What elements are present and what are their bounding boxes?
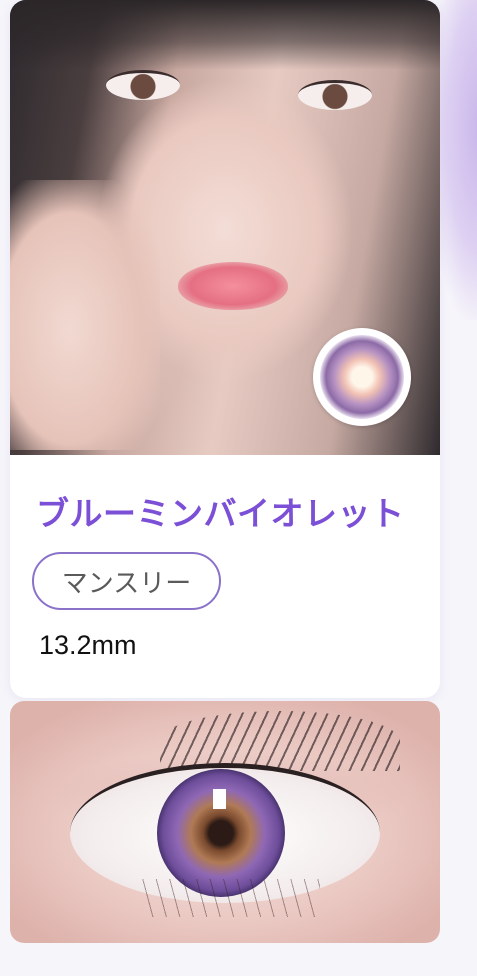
lens-thumbnail [313,328,411,426]
upper-lashes [160,711,400,771]
model-lips [178,262,288,310]
lens-diameter: 13.2mm [39,630,137,660]
iris-highlight [213,789,226,809]
product-card[interactable]: ブルーミンバイオレット マンスリー 13.2mm [10,0,440,698]
model-right-eye [298,80,372,110]
hand-shape [10,180,160,450]
product-page: ブルーミンバイオレット マンスリー 13.2mm [0,0,477,976]
model-photo [10,0,440,455]
product-info: ブルーミンバイオレット マンスリー 13.2mm [10,455,440,698]
lens-swatch-icon [320,335,404,419]
hair-shading [10,0,440,70]
lower-lashes [140,879,320,917]
model-left-eye [106,70,180,100]
eye-closeup-photo[interactable] [10,701,440,943]
type-tag: マンスリー [32,552,221,610]
product-name: ブルーミンバイオレット [36,494,405,533]
